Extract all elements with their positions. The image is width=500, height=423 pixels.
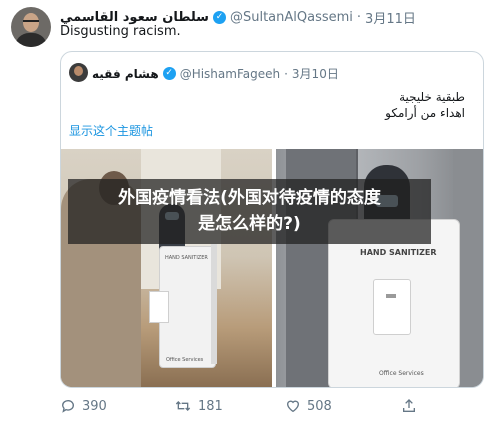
share-button[interactable]: [401, 398, 417, 414]
verified-badge-icon: ✓: [162, 67, 176, 80]
like-count: 508: [307, 398, 332, 414]
quoted-tweet-header: هشام فقيه ✓ @HishamFageeh · 3月10日: [92, 65, 339, 82]
author-avatar[interactable]: [11, 7, 51, 47]
sanitizer-dispenser: [373, 279, 411, 335]
sanitizer-footer-right: Office Services: [379, 370, 424, 377]
overlay-caption-line2: 是怎么样的?): [198, 214, 301, 234]
avatar-glasses: [23, 20, 39, 26]
quoted-text-line1: طبقية خليجية: [399, 90, 465, 104]
heart-icon: [286, 400, 300, 413]
quoted-tweet-date[interactable]: 3月10日: [292, 65, 339, 82]
reply-button[interactable]: 390: [60, 398, 107, 414]
sanitizer-footer-left: Office Services: [166, 357, 204, 363]
reply-icon: [61, 400, 74, 413]
quoted-author-handle[interactable]: @HishamFageeh: [180, 67, 280, 81]
sanitizer-board-edge: [211, 244, 217, 364]
tweet-date[interactable]: 3月11日: [365, 8, 416, 27]
like-button[interactable]: 508: [285, 398, 332, 414]
tweet-actions: 390 181 508: [0, 398, 500, 416]
avatar-body: [15, 33, 47, 47]
show-thread-link[interactable]: 显示这个主题帖: [69, 122, 153, 139]
sanitizer-sign-right: HAND SANITIZER: [360, 248, 437, 257]
quoted-header-separator: ·: [284, 66, 288, 81]
quoted-author-avatar[interactable]: [69, 63, 88, 82]
author-handle[interactable]: @SultanAlQassemi: [230, 10, 353, 25]
quoted-text-line2: اهداء من أرامكو: [385, 106, 465, 120]
retweet-count: 181: [198, 398, 223, 414]
share-icon: [403, 399, 415, 412]
verified-badge-icon: ✓: [212, 10, 226, 24]
header-separator: ·: [356, 9, 362, 25]
reply-count: 390: [82, 398, 107, 414]
quoted-author-name[interactable]: هشام فقيه: [92, 67, 159, 81]
retweet-button[interactable]: 181: [174, 398, 223, 414]
sanitizer-dispenser: [149, 291, 169, 323]
author-name[interactable]: سلطان سعود القاسمي: [60, 10, 209, 25]
overlay-caption-line1: 外国疫情看法(外国对待疫情的态度: [118, 188, 381, 208]
sanitizer-sign-left: HAND SANITIZER: [165, 255, 208, 261]
overlay-caption: 外国疫情看法(外国对待疫情的态度 是怎么样的?): [68, 179, 431, 244]
tweet-text: Disgusting racism.: [60, 24, 181, 39]
retweet-icon: [175, 401, 191, 411]
